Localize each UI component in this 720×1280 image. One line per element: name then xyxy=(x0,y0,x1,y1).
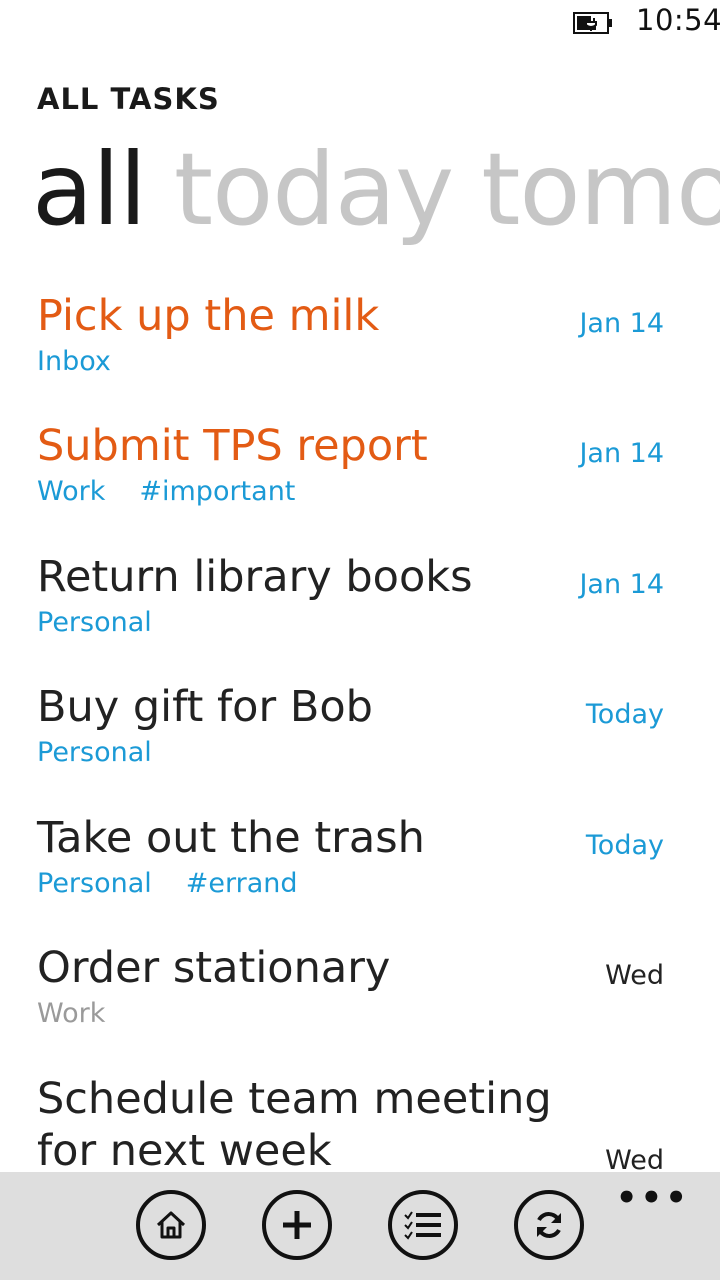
task-due-date: Jan 14 xyxy=(579,569,664,600)
battery-charging-icon xyxy=(573,12,612,34)
task-item[interactable]: Take out the trash Personal #errand Today xyxy=(0,806,720,936)
task-meta: Work xyxy=(37,998,105,1029)
page-title: ALL TASKS xyxy=(37,82,220,116)
task-meta: Personal xyxy=(37,607,152,638)
task-meta: Personal xyxy=(37,737,152,768)
status-clock: 10:54 xyxy=(636,3,720,37)
task-title: Buy gift for Bob xyxy=(37,682,373,732)
task-due-date: Jan 14 xyxy=(579,308,664,339)
task-due-date: Wed xyxy=(605,960,664,991)
task-item[interactable]: Return library books Personal Jan 14 xyxy=(0,545,720,675)
task-item[interactable]: Order stationary Work Wed xyxy=(0,936,720,1066)
task-title: Return library books xyxy=(37,552,473,602)
task-due-date: Jan 14 xyxy=(579,438,664,469)
add-task-button[interactable] xyxy=(262,1190,332,1260)
status-bar: 10:54 xyxy=(0,0,720,48)
list-icon xyxy=(404,1211,441,1240)
task-title: Take out the trash xyxy=(37,813,425,863)
task-list-name: Personal xyxy=(37,868,152,899)
task-tag: #important xyxy=(139,476,296,507)
task-title: Order stationary xyxy=(37,943,391,993)
task-item[interactable]: Pick up the milk Inbox Jan 14 xyxy=(0,284,720,414)
home-icon xyxy=(156,1211,186,1239)
pivot-item-all[interactable]: all xyxy=(32,131,147,248)
task-list-name: Personal xyxy=(37,607,152,638)
task-title: Pick up the milk xyxy=(37,291,380,341)
pivot-header: all today tomo xyxy=(32,130,720,250)
task-meta: Personal #errand xyxy=(37,868,298,899)
list-button[interactable] xyxy=(388,1190,458,1260)
more-options-button[interactable]: ••• xyxy=(616,1178,690,1218)
task-item[interactable]: Buy gift for Bob Personal Today xyxy=(0,675,720,805)
sync-icon xyxy=(537,1212,561,1238)
task-list-name: Work xyxy=(37,998,106,1029)
task-title: Submit TPS report xyxy=(37,421,428,471)
sync-button[interactable] xyxy=(514,1190,584,1260)
task-list-name: Work xyxy=(37,476,106,507)
task-list-name: Inbox xyxy=(37,346,111,377)
task-due-date: Today xyxy=(585,830,664,861)
app-bar: ••• xyxy=(0,1172,720,1280)
task-meta: Work #important xyxy=(37,476,295,507)
pivot-item-today[interactable]: today xyxy=(174,131,454,248)
task-list-name: Personal xyxy=(37,737,152,768)
task-due-date: Today xyxy=(585,699,664,730)
task-meta: Inbox xyxy=(37,346,111,377)
home-button[interactable] xyxy=(136,1190,206,1260)
task-title: Schedule team meeting for next week xyxy=(37,1074,552,1176)
task-item[interactable]: Submit TPS report Work #important Jan 14 xyxy=(0,414,720,544)
pivot-item-tomorrow[interactable]: tomo xyxy=(481,131,720,248)
add-icon xyxy=(283,1211,311,1239)
task-tag: #errand xyxy=(185,868,298,899)
